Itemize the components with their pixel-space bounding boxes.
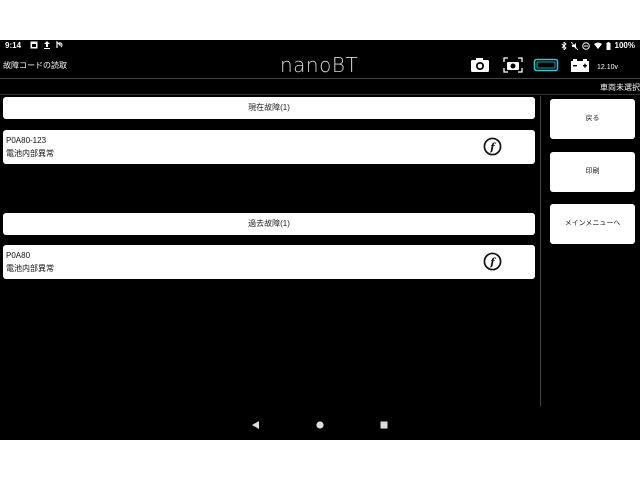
battery-status-icon [571,59,589,72]
image-icon [30,41,38,49]
past-faults-header: 過去故障(1) [3,213,535,235]
sidebar: 戻る 印刷 メインメニューへ [542,96,640,406]
dtc-item[interactable]: P0A80-123 電池内部異常 f [3,130,535,164]
status-time: 9:14 [5,41,22,50]
system-icons: 100% [561,41,635,50]
camera-icon[interactable] [470,57,490,73]
print-button[interactable]: 印刷 [550,152,635,192]
bluetooth-icon [561,41,567,50]
dnd-icon [581,41,590,50]
freeze-frame-icon[interactable]: f [483,137,502,156]
screen-title: 故障コードの読取 [3,61,67,70]
freeze-frame-icon[interactable]: f [483,252,502,271]
divider [540,96,541,406]
battery-percent: 100% [614,41,635,50]
battery-voltage: 12.10v [596,64,618,71]
toolbar: 12.10v [470,55,640,75]
battery-icon [606,41,611,50]
mute-icon [570,41,578,50]
home-icon[interactable] [314,419,326,431]
app-logo: nanoBT [280,53,359,77]
dtc-list: 現在故障(1) P0A80-123 電池内部異常 f 過去故障(1) P0A80… [0,96,540,406]
nfc-icon [56,41,63,48]
main-menu-button[interactable]: メインメニューへ [550,204,635,244]
connector-icon[interactable] [533,57,559,73]
back-icon[interactable] [250,419,262,431]
wifi-icon [593,42,602,49]
dtc-item[interactable]: P0A80 電池内部異常 f [3,245,535,279]
vehicle-status: 車両未選択 [600,83,640,92]
divider [0,78,640,79]
dtc-description: 電池内部異常 [6,264,54,273]
dtc-code: P0A80-123 [6,136,47,145]
app-bar: 故障コードの読取 nanoBT 12.10v [0,52,640,78]
notification-icons [30,41,64,49]
divider [0,94,640,95]
device-screen: 9:14 100% 故障コードの読取 nanoBT 12.10v 車両未選択 現… [0,40,640,440]
screenshot-icon[interactable] [503,57,523,73]
recents-icon[interactable] [378,419,390,431]
status-bar: 9:14 100% [0,40,640,52]
back-button[interactable]: 戻る [550,99,635,139]
dtc-code: P0A80 [6,251,31,260]
vehicle-row: 車両未選択 [0,80,640,94]
navigation-bar [0,410,640,440]
dtc-description: 電池内部異常 [6,149,54,158]
upload-icon [44,41,50,49]
current-faults-header: 現在故障(1) [3,97,535,119]
